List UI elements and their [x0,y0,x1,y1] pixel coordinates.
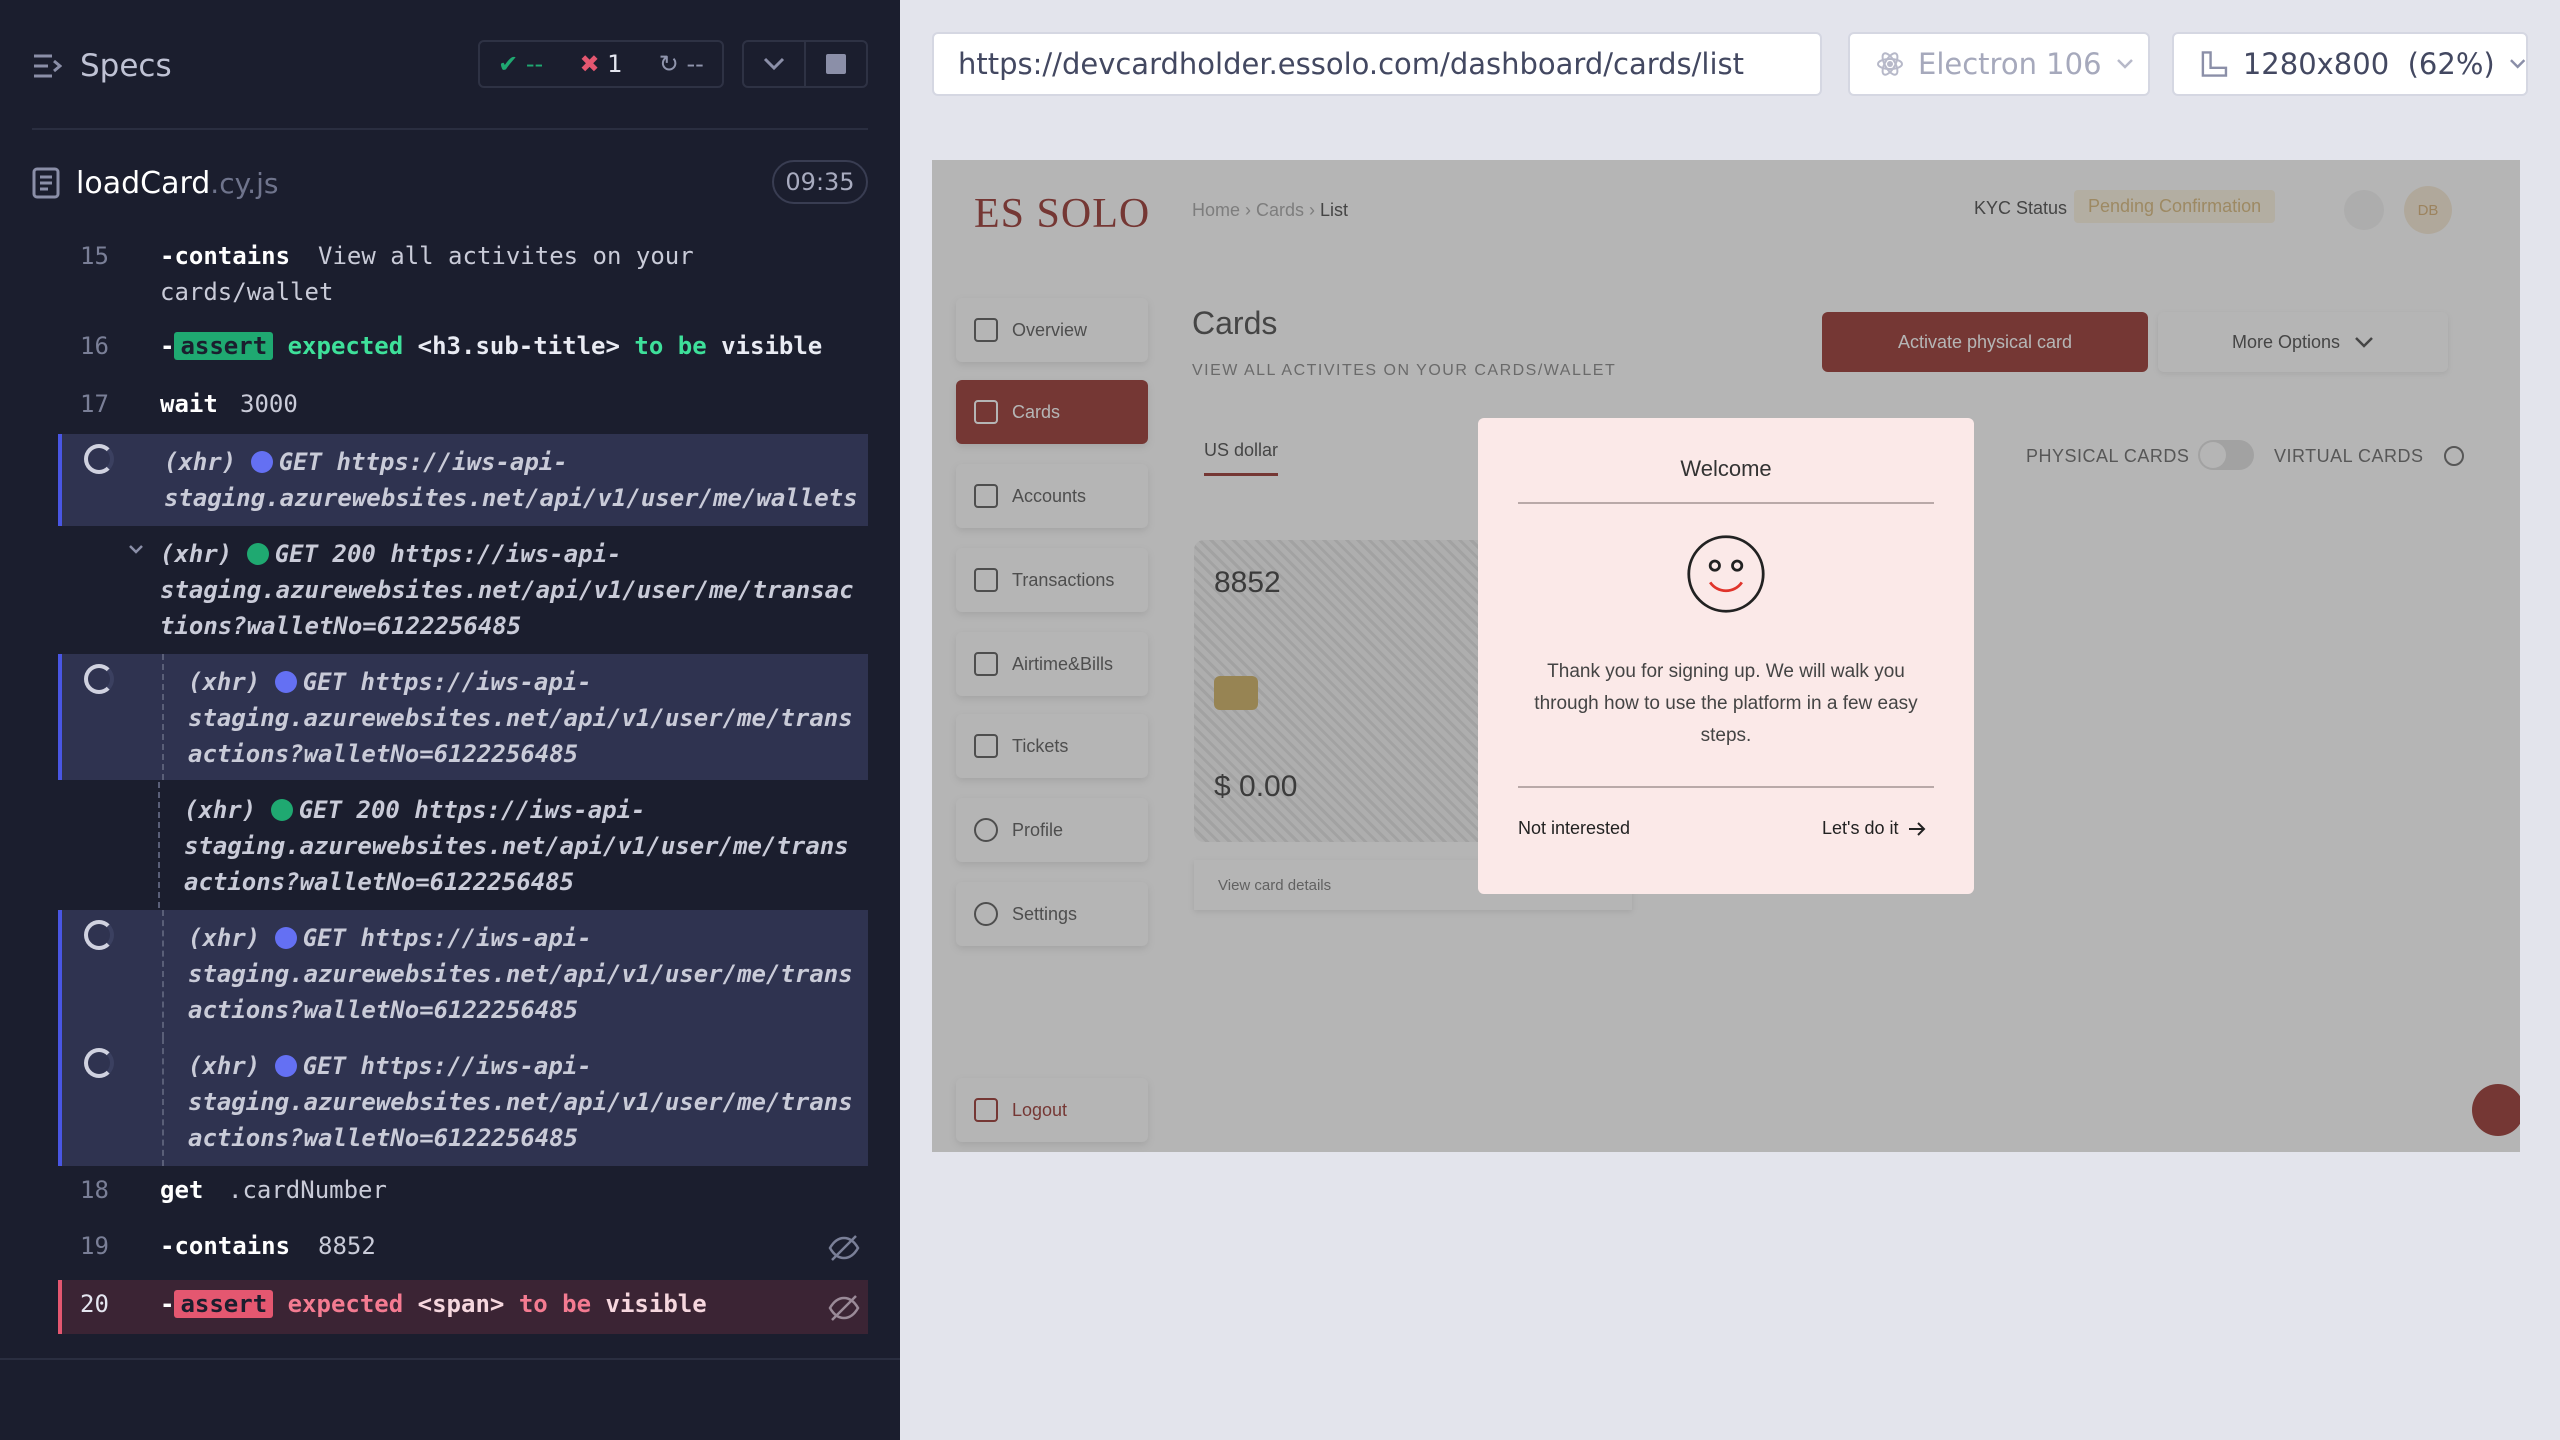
command-message: View all activites on your [318,242,694,270]
app-under-test-panel: https://devcardholder.essolo.com/dashboa… [900,0,2560,1440]
line-number: 15 [80,242,109,270]
stop-icon [826,54,846,74]
command-name: -contains [160,1232,291,1260]
chevron-down-icon [763,57,785,71]
spec-file-ext: .cy.js [210,166,279,200]
chevron-down-icon [2509,59,2525,69]
pending-dot-icon [274,1055,297,1077]
divider [32,128,868,130]
modal-body: Thank you for signing up. We will walk y… [1534,661,1918,746]
log-row-15[interactable]: 15 -contains View all activites on your … [58,236,868,318]
browser-selector[interactable]: Electron 106 [1848,32,2150,96]
xhr-row[interactable]: (xhr) GET https://iws-api- staging.azure… [58,434,868,526]
spec-file[interactable]: loadCard.cy.js [32,160,278,206]
divider [1518,786,1934,788]
pending-count: ↻ -- [658,50,704,78]
xhr-row[interactable]: (xhr) GET 200 https://iws-api- staging.a… [58,782,868,908]
specs-list-icon[interactable] [32,53,62,79]
chevron-down-icon [2116,59,2133,69]
specs-header[interactable]: Specs [32,44,172,88]
line-number: 18 [80,1176,109,1204]
loading-spinner-icon [84,664,114,694]
command-name: wait [160,390,218,418]
log-row-20[interactable]: 20 - assert expected <span> to be visible [58,1280,868,1334]
command-log-panel: Specs ✔ -- ✖ 1 ↻ -- loadCard.cy.js 09:35… [0,0,900,1440]
divider [1518,502,1934,504]
success-dot-icon [246,543,269,565]
specs-title: Specs [80,48,172,84]
expand-button[interactable] [742,40,806,88]
document-icon [32,167,60,199]
divider [0,1358,900,1360]
assert-tag: assert [174,1290,274,1318]
chevron-down-icon [129,545,143,554]
passed-count: ✔ -- [498,50,544,78]
line-number: 19 [80,1232,109,1260]
line-number: 17 [80,390,109,418]
app-viewport: ES SOLO Home › Cards › List KYC Status P… [932,160,2520,1152]
success-dot-icon [270,799,293,821]
line-number: 20 [80,1290,109,1318]
url-bar[interactable]: https://devcardholder.essolo.com/dashboa… [932,32,1822,96]
log-row-19[interactable]: 19 -contains 8852 [58,1228,868,1268]
command-name: get [160,1176,204,1204]
log-row-17[interactable]: 17 wait 3000 [58,386,868,426]
eye-slash-icon[interactable] [828,1234,860,1262]
eye-slash-icon[interactable] [828,1294,860,1322]
pending-dot-icon [250,451,273,473]
browser-name: Electron 106 [1918,47,2102,81]
smiley-icon [1687,535,1765,613]
viewport-selector[interactable]: 1280x800 (62%) [2172,32,2528,96]
loading-spinner-icon [84,920,114,950]
command-name: -contains [160,242,291,270]
spec-file-name: loadCard [76,165,211,201]
log-row-16[interactable]: 16 - assert expected <h3.sub-title> to be… [58,328,868,368]
stop-button[interactable] [804,40,868,88]
command-message: 3000 [240,390,298,418]
loading-spinner-icon [84,1048,114,1078]
xhr-row[interactable]: (xhr) GET https://iws-api- staging.azure… [58,654,868,780]
xhr-row[interactable]: (xhr) GET https://iws-api- staging.azure… [58,910,868,1038]
pending-dot-icon [274,671,297,693]
pending-dot-icon [274,927,297,949]
log-row-18[interactable]: 18 get .cardNumber [58,1172,868,1212]
line-number: 16 [80,332,109,360]
spec-duration: 09:35 [772,160,868,204]
viewport-size: 1280x800 (62%) [2242,47,2495,81]
test-stats: ✔ -- ✖ 1 ↻ -- [478,40,724,88]
not-interested-button[interactable]: Not interested [1518,818,1630,839]
command-message: .cardNumber [228,1176,387,1204]
assert-tag: assert [174,332,274,360]
welcome-modal: Welcome Thank you for signing up. We wil… [1478,418,1974,894]
lets-do-it-button[interactable]: Let's do it [1822,818,1926,839]
ruler-icon [2201,51,2228,77]
failed-count: ✖ 1 [579,50,623,78]
xhr-row[interactable]: (xhr) GET https://iws-api- staging.azure… [58,1038,868,1166]
modal-title: Welcome [1680,456,1772,481]
arrow-right-icon [1909,821,1926,836]
electron-icon [1877,52,1903,76]
xhr-row[interactable]: (xhr) GET 200 https://iws-api- staging.a… [58,530,868,652]
command-message-cont: cards/wallet [160,278,334,306]
loading-spinner-icon [84,444,114,474]
command-message: 8852 [318,1232,376,1260]
